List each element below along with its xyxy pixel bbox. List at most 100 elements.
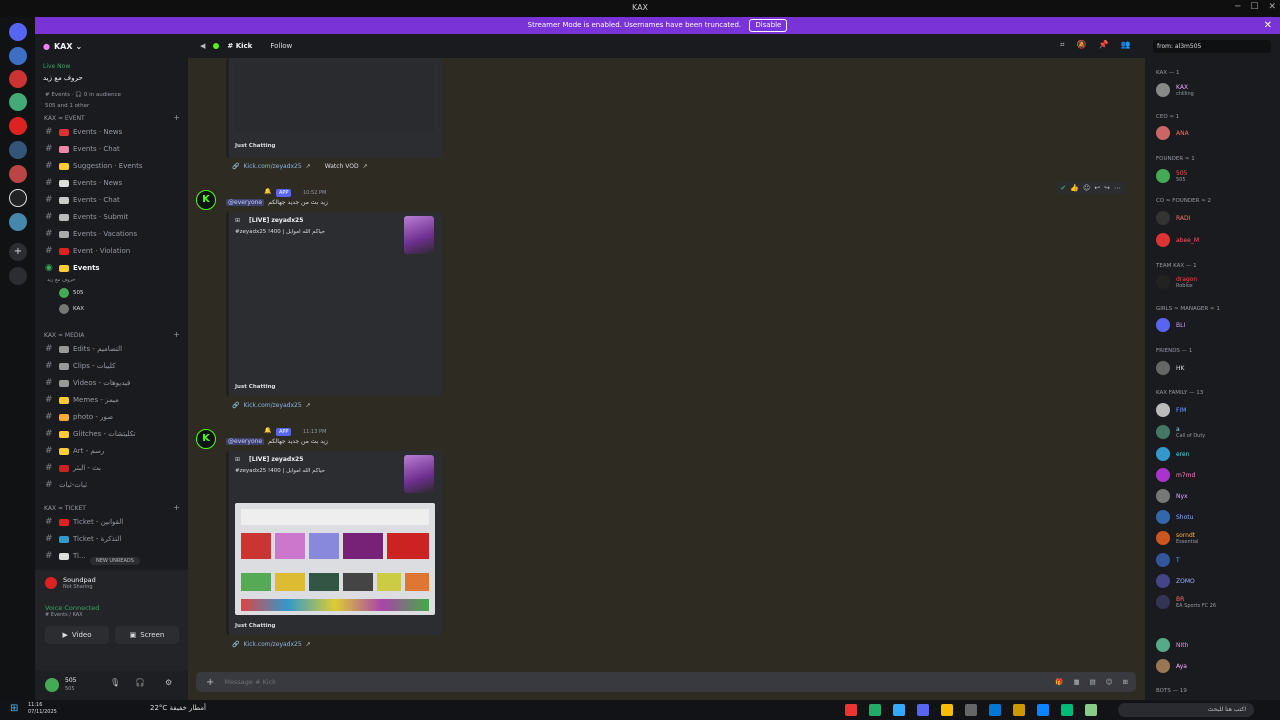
gif-icon[interactable]: ▦ xyxy=(1073,678,1079,686)
video-button[interactable]: ▶ Video xyxy=(45,626,109,644)
stream-thumbnail[interactable] xyxy=(404,455,434,493)
kick-link[interactable]: Kick.com/zeyadx25 xyxy=(243,641,301,648)
channel-item[interactable]: # Art - رسم xyxy=(45,443,180,459)
member-item[interactable]: Nyx xyxy=(1156,486,1276,506)
external-link-icon[interactable]: ↗ xyxy=(306,163,311,170)
store-icon[interactable] xyxy=(1037,704,1049,716)
maximize-icon[interactable]: ☐ xyxy=(1250,2,1258,12)
kick-link[interactable]: Kick.com/zeyadx25 xyxy=(243,402,301,409)
watch-vod-link[interactable]: Watch VOD xyxy=(325,163,359,170)
banner-close-icon[interactable]: ✕ xyxy=(1264,17,1272,34)
voice-user[interactable]: 505 xyxy=(59,288,84,298)
voice-channel-events[interactable]: ◉ Events xyxy=(45,260,180,276)
channel-item[interactable]: # photo - صور xyxy=(45,409,180,425)
kick-link[interactable]: Kick.com/zeyadx25 xyxy=(243,163,301,170)
add-channel-icon[interactable]: + xyxy=(173,330,180,339)
mention[interactable]: @everyone xyxy=(226,199,265,206)
channel-item[interactable]: # بث - البثر xyxy=(45,460,180,476)
member-item[interactable]: ANA xyxy=(1156,123,1276,143)
follow-button[interactable]: Follow xyxy=(270,42,292,50)
server-icon[interactable] xyxy=(9,165,27,183)
windows-start-icon[interactable]: ⊞ xyxy=(10,703,18,714)
add-channel-icon[interactable]: + xyxy=(173,113,180,122)
screen-share-button[interactable]: ▣ Screen xyxy=(115,626,179,644)
search-input[interactable]: from: al3m505 xyxy=(1153,40,1271,53)
member-item[interactable]: BR EA Sports FC 26 xyxy=(1156,592,1276,612)
channel-item[interactable]: # Edits - التصاميم xyxy=(45,341,180,357)
app-icon[interactable] xyxy=(869,704,881,716)
member-item[interactable]: T xyxy=(1156,550,1276,570)
gear-icon[interactable]: ⚙ xyxy=(165,678,172,687)
voice-user[interactable]: KAX xyxy=(59,304,84,314)
edge-icon[interactable] xyxy=(1061,704,1073,716)
channel-item[interactable]: # Memes - ميمز xyxy=(45,392,180,408)
member-item[interactable]: Aya xyxy=(1156,656,1276,676)
category-ticket[interactable]: KAX ≈ TICKET xyxy=(44,505,86,512)
channel-item[interactable]: # Events · News xyxy=(45,175,180,191)
server-header[interactable]: ● KAX ⌄ xyxy=(35,34,188,58)
youtube-icon[interactable] xyxy=(845,704,857,716)
channel-item[interactable]: # Ticket - التذكرة xyxy=(45,531,180,547)
category-media[interactable]: KAX ≈ MEDIA xyxy=(44,332,84,339)
channel-item[interactable]: # Clips - كليبات xyxy=(45,358,180,374)
member-item[interactable]: Shotu xyxy=(1156,507,1276,527)
app-icon[interactable] xyxy=(1085,704,1097,716)
server-icon[interactable] xyxy=(9,47,27,65)
member-item[interactable]: 505 505 xyxy=(1156,166,1276,186)
channel-item[interactable]: # Events · Chat xyxy=(45,141,180,157)
threads-icon[interactable]: ⌗ xyxy=(1060,40,1065,50)
server-icon[interactable] xyxy=(9,141,27,159)
message-composer[interactable]: + Message # Kick 🎁 ▦ ▤ ☺ ⊞ xyxy=(196,672,1136,692)
chrome-icon[interactable] xyxy=(941,704,953,716)
app-icon[interactable] xyxy=(989,704,1001,716)
app-icon[interactable] xyxy=(965,704,977,716)
emoji-icon[interactable]: ☺ xyxy=(1106,678,1113,686)
mic-icon[interactable]: 🎙 xyxy=(110,678,120,687)
add-channel-icon[interactable]: + xyxy=(173,503,180,512)
kick-bot-avatar[interactable]: K xyxy=(196,429,216,449)
stream-preview-image[interactable] xyxy=(235,503,435,615)
external-link-icon[interactable]: ↗ xyxy=(306,641,311,648)
add-server-icon[interactable]: + xyxy=(9,243,27,261)
server-icon[interactable] xyxy=(9,213,27,231)
channel-item[interactable]: # Ticket - القوانين xyxy=(45,514,180,530)
external-link-icon[interactable]: ↗ xyxy=(306,402,311,409)
live-title[interactable]: حروف مع زيد xyxy=(43,74,83,82)
discord-icon[interactable] xyxy=(917,704,929,716)
apps-icon[interactable]: ⊞ xyxy=(1123,678,1128,686)
close-icon[interactable]: ✕ xyxy=(1268,2,1276,12)
sticker-icon[interactable]: ▤ xyxy=(1090,678,1096,686)
channel-item[interactable]: # Videos - فيديوهات xyxy=(45,375,180,391)
new-unreads-pill[interactable]: NEW UNREADS xyxy=(90,557,140,565)
channel-item[interactable]: # Events · Submit xyxy=(45,209,180,225)
taskbar-search[interactable]: اكتب هنا للبحث xyxy=(1118,703,1254,717)
channel-item[interactable]: # ثبات-ثبات xyxy=(45,477,180,493)
embed-title[interactable]: [LIVE] zeyadx25 xyxy=(249,217,303,224)
external-link-icon[interactable]: ↗ xyxy=(363,163,368,170)
minimize-icon[interactable]: ─ xyxy=(1235,2,1240,12)
channel-item[interactable]: # Events · Vacations xyxy=(45,226,180,242)
disable-button[interactable]: Disable xyxy=(749,19,788,32)
members-icon[interactable]: 👥 xyxy=(1120,40,1130,50)
channel-item[interactable]: # Events · Chat xyxy=(45,192,180,208)
member-item[interactable]: a Call of Duty xyxy=(1156,422,1276,442)
member-item[interactable]: RADI xyxy=(1156,208,1276,228)
kick-bot-avatar[interactable]: K xyxy=(196,190,216,210)
member-item[interactable]: dragon Roblox xyxy=(1156,272,1276,292)
member-item[interactable]: NIth xyxy=(1156,635,1276,655)
member-item[interactable]: KAX chilling xyxy=(1156,80,1276,100)
avatar[interactable] xyxy=(45,678,59,692)
soundpad-activity[interactable]: Soundpad Not Sharing xyxy=(45,576,96,590)
stream-thumbnail[interactable] xyxy=(404,216,434,254)
voice-status[interactable]: Voice Connected # Events / KAX xyxy=(45,604,99,618)
add-attachment-icon[interactable]: + xyxy=(206,677,214,688)
server-icon[interactable] xyxy=(9,93,27,111)
channel-item[interactable]: # Events · News xyxy=(45,124,180,140)
member-item[interactable]: FIM xyxy=(1156,400,1276,420)
member-item[interactable]: BLI xyxy=(1156,315,1276,335)
member-item[interactable]: sorndt Essential xyxy=(1156,528,1276,548)
member-item[interactable]: ZOMO xyxy=(1156,571,1276,591)
file-explorer-icon[interactable] xyxy=(1013,704,1025,716)
gift-icon[interactable]: 🎁 xyxy=(1055,678,1063,686)
mention[interactable]: @everyone xyxy=(226,438,265,445)
